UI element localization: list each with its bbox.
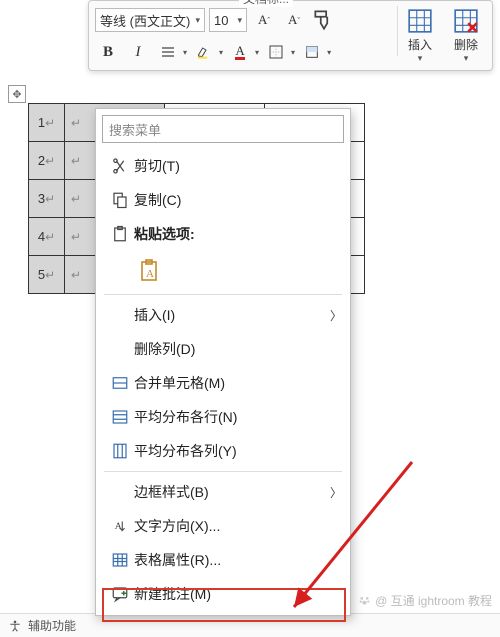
mini-toolbar: 文档标... 等线 (西文正文) ▾ 10 ▾ Aˆ Aˇ B I xyxy=(88,0,493,71)
copy-icon xyxy=(106,191,134,209)
table-move-handle[interactable]: ✥ xyxy=(8,85,26,103)
font-size-select[interactable]: 10 ▾ xyxy=(209,8,247,32)
menu-item-border-style[interactable]: 边框样式(B) 〉 xyxy=(96,475,350,509)
chevron-down-icon: ▾ xyxy=(195,15,200,26)
menu-item-delete-column[interactable]: 删除列(D) xyxy=(96,332,350,366)
align-button[interactable] xyxy=(155,40,181,64)
chevron-down-icon: ▾ xyxy=(183,48,187,57)
accessibility-icon xyxy=(8,619,22,633)
paste-text-icon: A xyxy=(138,259,162,283)
scissors-icon xyxy=(106,157,134,175)
menu-item-distribute-rows[interactable]: 平均分布各行(N) xyxy=(96,400,350,434)
comment-icon xyxy=(106,585,134,603)
chevron-right-icon: 〉 xyxy=(330,484,342,501)
chevron-down-icon: ▾ xyxy=(291,48,295,57)
watermark: @ 互通 ightroom 教程 xyxy=(358,592,492,609)
distribute-rows-icon xyxy=(106,408,134,426)
font-color-button[interactable]: A xyxy=(227,40,253,64)
chevron-down-icon: ▾ xyxy=(464,53,469,64)
menu-item-copy[interactable]: 复制(C) xyxy=(96,183,350,217)
insert-button[interactable]: 插入 ▾ xyxy=(400,8,440,64)
menu-item-paste-options: 粘贴选项: xyxy=(96,217,350,251)
chevron-down-icon: ▾ xyxy=(327,48,331,57)
context-menu: 搜索菜单 剪切(T) 复制(C) 粘贴选项: A 插入(I) 〉 删除列(D) … xyxy=(95,108,351,616)
format-painter-button[interactable] xyxy=(311,8,337,32)
font-name-value: 等线 (西文正文) xyxy=(100,11,190,30)
merge-cells-icon xyxy=(106,374,134,392)
highlight-button[interactable] xyxy=(191,40,217,64)
table-properties-icon xyxy=(106,551,134,569)
chevron-down-icon: ▾ xyxy=(255,48,259,57)
menu-search-input[interactable]: 搜索菜单 xyxy=(102,115,344,143)
delete-button[interactable]: 删除 ▾ xyxy=(446,8,486,64)
borders-button[interactable] xyxy=(263,40,289,64)
delete-table-icon xyxy=(453,8,479,34)
text-direction-icon: A xyxy=(106,517,134,535)
italic-button[interactable]: I xyxy=(125,40,151,64)
search-placeholder: 搜索菜单 xyxy=(109,120,161,139)
distribute-cols-icon xyxy=(106,442,134,460)
accessibility-label: 辅助功能 xyxy=(28,617,76,634)
insert-table-icon xyxy=(407,8,433,34)
font-name-select[interactable]: 等线 (西文正文) ▾ xyxy=(95,8,205,32)
chevron-down-icon: ▾ xyxy=(219,48,223,57)
svg-text:A: A xyxy=(115,521,122,532)
paste-keep-text-button[interactable]: A xyxy=(134,255,166,287)
font-size-value: 10 xyxy=(214,13,228,28)
delete-label: 删除 xyxy=(454,36,478,53)
insert-label: 插入 xyxy=(408,36,432,53)
status-bar: 辅助功能 xyxy=(0,613,500,637)
paw-icon xyxy=(358,594,371,607)
menu-item-merge-cells[interactable]: 合并单元格(M) xyxy=(96,366,350,400)
decrease-font-button[interactable]: Aˇ xyxy=(281,8,307,32)
menu-item-table-properties[interactable]: 表格属性(R)... xyxy=(96,543,350,577)
shading-button[interactable] xyxy=(299,40,325,64)
chevron-right-icon: 〉 xyxy=(330,307,342,324)
svg-text:A: A xyxy=(146,268,154,280)
menu-item-text-direction[interactable]: A 文字方向(X)... xyxy=(96,509,350,543)
menu-item-distribute-cols[interactable]: 平均分布各列(Y) xyxy=(96,434,350,468)
chevron-down-icon: ▾ xyxy=(418,53,423,64)
clipboard-icon xyxy=(106,225,134,243)
bold-button[interactable]: B xyxy=(95,40,121,64)
chevron-down-icon: ▾ xyxy=(237,15,242,26)
menu-item-new-comment[interactable]: 新建批注(M) xyxy=(96,577,350,611)
menu-item-cut[interactable]: 剪切(T) xyxy=(96,149,350,183)
increase-font-button[interactable]: Aˆ xyxy=(251,8,277,32)
doc-title-cut: 文档标... xyxy=(239,0,293,7)
menu-item-insert[interactable]: 插入(I) 〉 xyxy=(96,298,350,332)
